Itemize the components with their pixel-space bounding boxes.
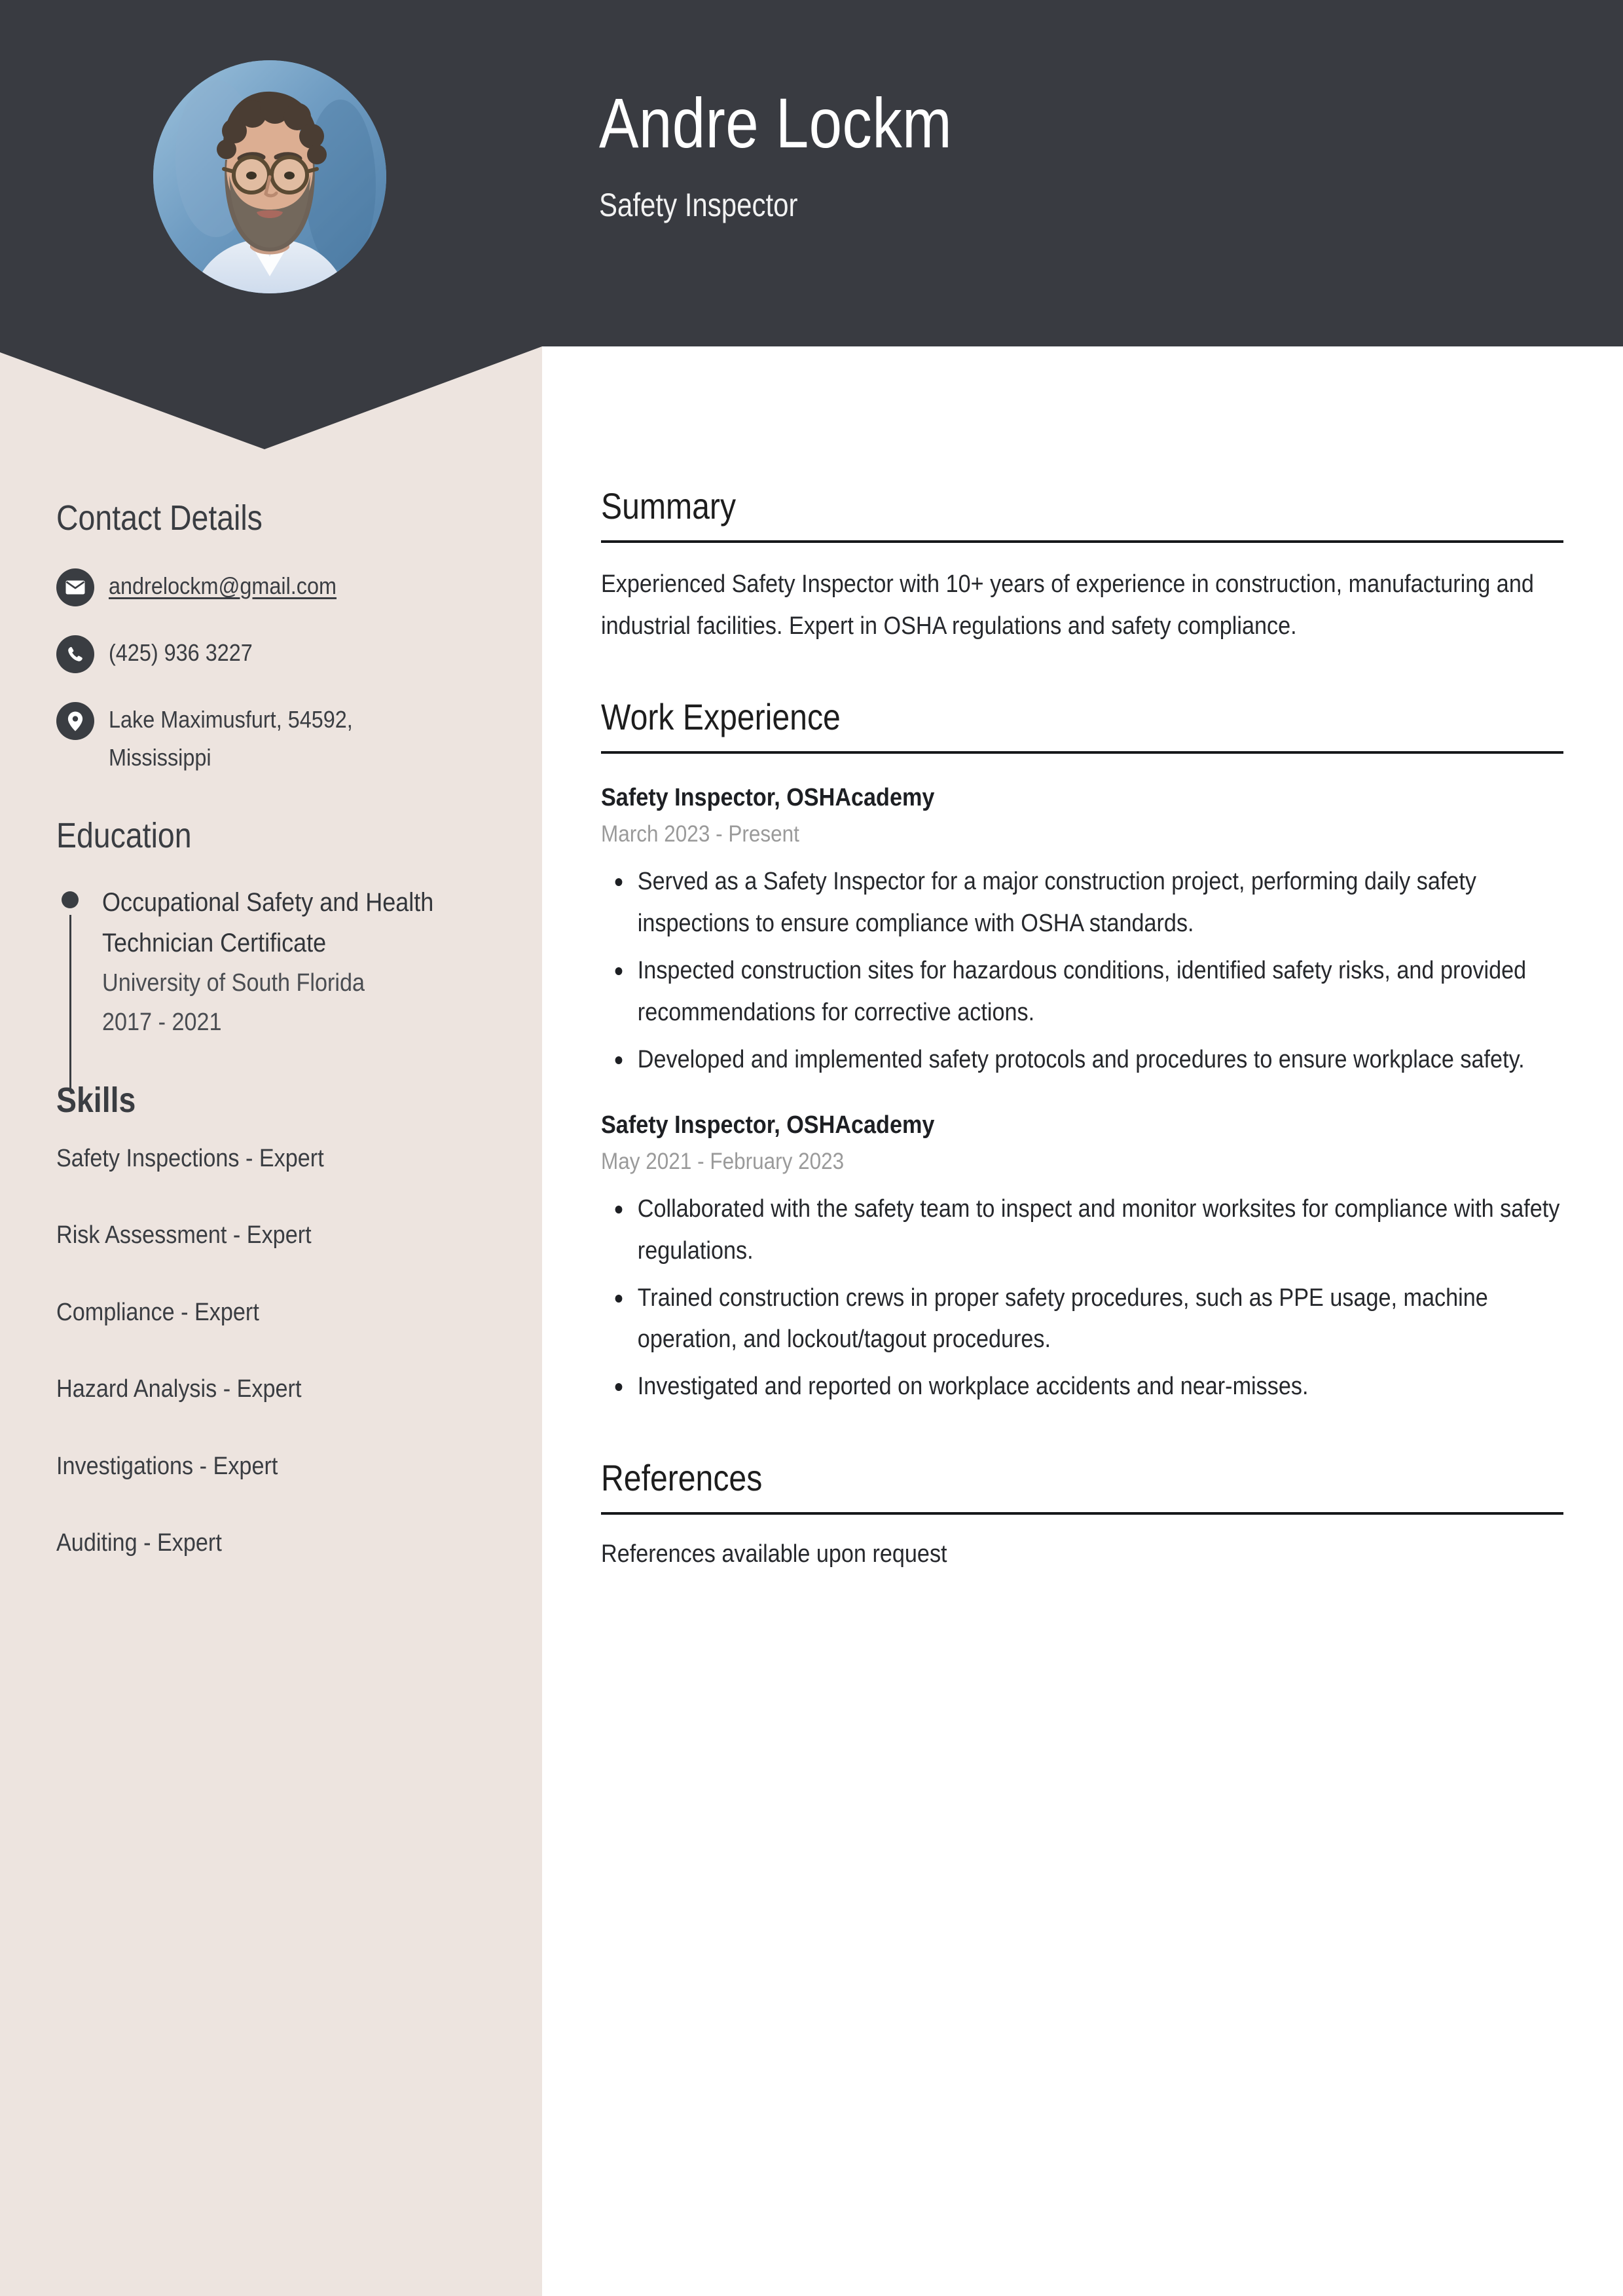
job-bullet: Collaborated with the safety team to ins… — [601, 1189, 1561, 1272]
contact-address: Lake Maximusfurt, 54592, Mississippi — [109, 706, 353, 771]
education-dates: 2017 - 2021 — [102, 1008, 222, 1036]
education-degree: Occupational Safety and Health Technicia… — [102, 887, 434, 957]
job-bullet-list: Served as a Safety Inspector for a major… — [601, 861, 1563, 1081]
contact-details-heading: Contact Details — [56, 498, 263, 538]
section-divider — [601, 1511, 1563, 1515]
contact-row-address: Lake Maximusfurt, 54592, Mississippi — [56, 701, 508, 777]
name-block: Andre Lockm Safety Inspector — [599, 83, 1019, 225]
job-bullet-list: Collaborated with the safety team to ins… — [601, 1189, 1563, 1408]
job-bullet: Investigated and reported on workplace a… — [601, 1366, 1561, 1408]
timeline-dot-icon — [62, 891, 79, 908]
contact-phone: (425) 936 3227 — [109, 639, 253, 667]
education-school: University of South Florida — [102, 969, 365, 997]
work-experience-section: Work Experience Safety Inspector, OSHAca… — [601, 697, 1563, 1408]
education-heading: Education — [56, 815, 192, 855]
skills-section: Skills Safety Inspections - Expert Risk … — [56, 1080, 508, 1559]
job-dates: May 2021 - February 2023 — [601, 1148, 845, 1174]
skills-list: Safety Inspections - Expert Risk Assessm… — [56, 1143, 508, 1559]
phone-icon — [56, 635, 94, 674]
job-dates: March 2023 - Present — [601, 821, 799, 847]
summary-heading: Summary — [601, 485, 737, 527]
sidebar-content: Contact Details andrelockm@gmail.com (42… — [56, 498, 508, 1604]
summary-section: Summary Experienced Safety Inspector wit… — [601, 485, 1563, 647]
skill-item: Auditing - Expert — [56, 1528, 222, 1557]
timeline-line — [69, 914, 71, 1090]
main-content: Summary Experienced Safety Inspector wit… — [601, 485, 1563, 1623]
skill-item: Safety Inspections - Expert — [56, 1144, 324, 1172]
skill-item: Compliance - Expert — [56, 1298, 259, 1326]
education-item: Occupational Safety and Health Technicia… — [56, 882, 508, 1090]
skill-item: Investigations - Expert — [56, 1452, 278, 1480]
summary-text: Experienced Safety Inspector with 10+ ye… — [601, 570, 1534, 640]
location-pin-icon — [56, 702, 94, 741]
avatar — [153, 60, 386, 293]
envelope-icon — [56, 568, 94, 607]
references-text: References available upon request — [601, 1540, 947, 1568]
contact-email[interactable]: andrelockm@gmail.com — [109, 567, 337, 605]
job-bullet: Trained construction crews in proper saf… — [601, 1278, 1561, 1361]
section-divider — [601, 751, 1563, 754]
contact-row-phone[interactable]: (425) 936 3227 — [56, 634, 508, 674]
contact-row-email[interactable]: andrelockm@gmail.com — [56, 567, 508, 607]
job-bullet: Inspected construction sites for hazardo… — [601, 950, 1561, 1034]
skills-heading: Skills — [56, 1080, 136, 1120]
education-section: Education Occupational Safety and Health… — [56, 815, 508, 1090]
portrait-photo-icon — [153, 60, 386, 293]
job-bullet: Served as a Safety Inspector for a major… — [601, 861, 1561, 945]
person-name: Andre Lockm — [599, 83, 953, 162]
job-title: Safety Inspector, OSHAcademy — [601, 784, 935, 812]
contact-details-section: Contact Details andrelockm@gmail.com (42… — [56, 498, 508, 777]
contact-list: andrelockm@gmail.com (425) 936 3227 Lake… — [56, 567, 508, 777]
section-divider — [601, 540, 1563, 543]
job-entry: Safety Inspector, OSHAcademy May 2021 - … — [601, 1109, 1563, 1408]
skill-item: Hazard Analysis - Expert — [56, 1375, 302, 1403]
job-entry: Safety Inspector, OSHAcademy March 2023 … — [601, 781, 1563, 1081]
references-heading: References — [601, 1457, 763, 1499]
work-experience-heading: Work Experience — [601, 696, 841, 738]
job-bullet: Developed and implemented safety protoco… — [601, 1039, 1561, 1081]
job-title: Safety Inspector, OSHAcademy — [601, 1111, 935, 1139]
references-section: References References available upon req… — [601, 1457, 1563, 1573]
skill-item: Risk Assessment - Expert — [56, 1221, 312, 1250]
person-job-title: Safety Inspector — [599, 186, 798, 223]
resume-page: Andre Lockm Safety Inspector Contact Det… — [0, 0, 1623, 2296]
